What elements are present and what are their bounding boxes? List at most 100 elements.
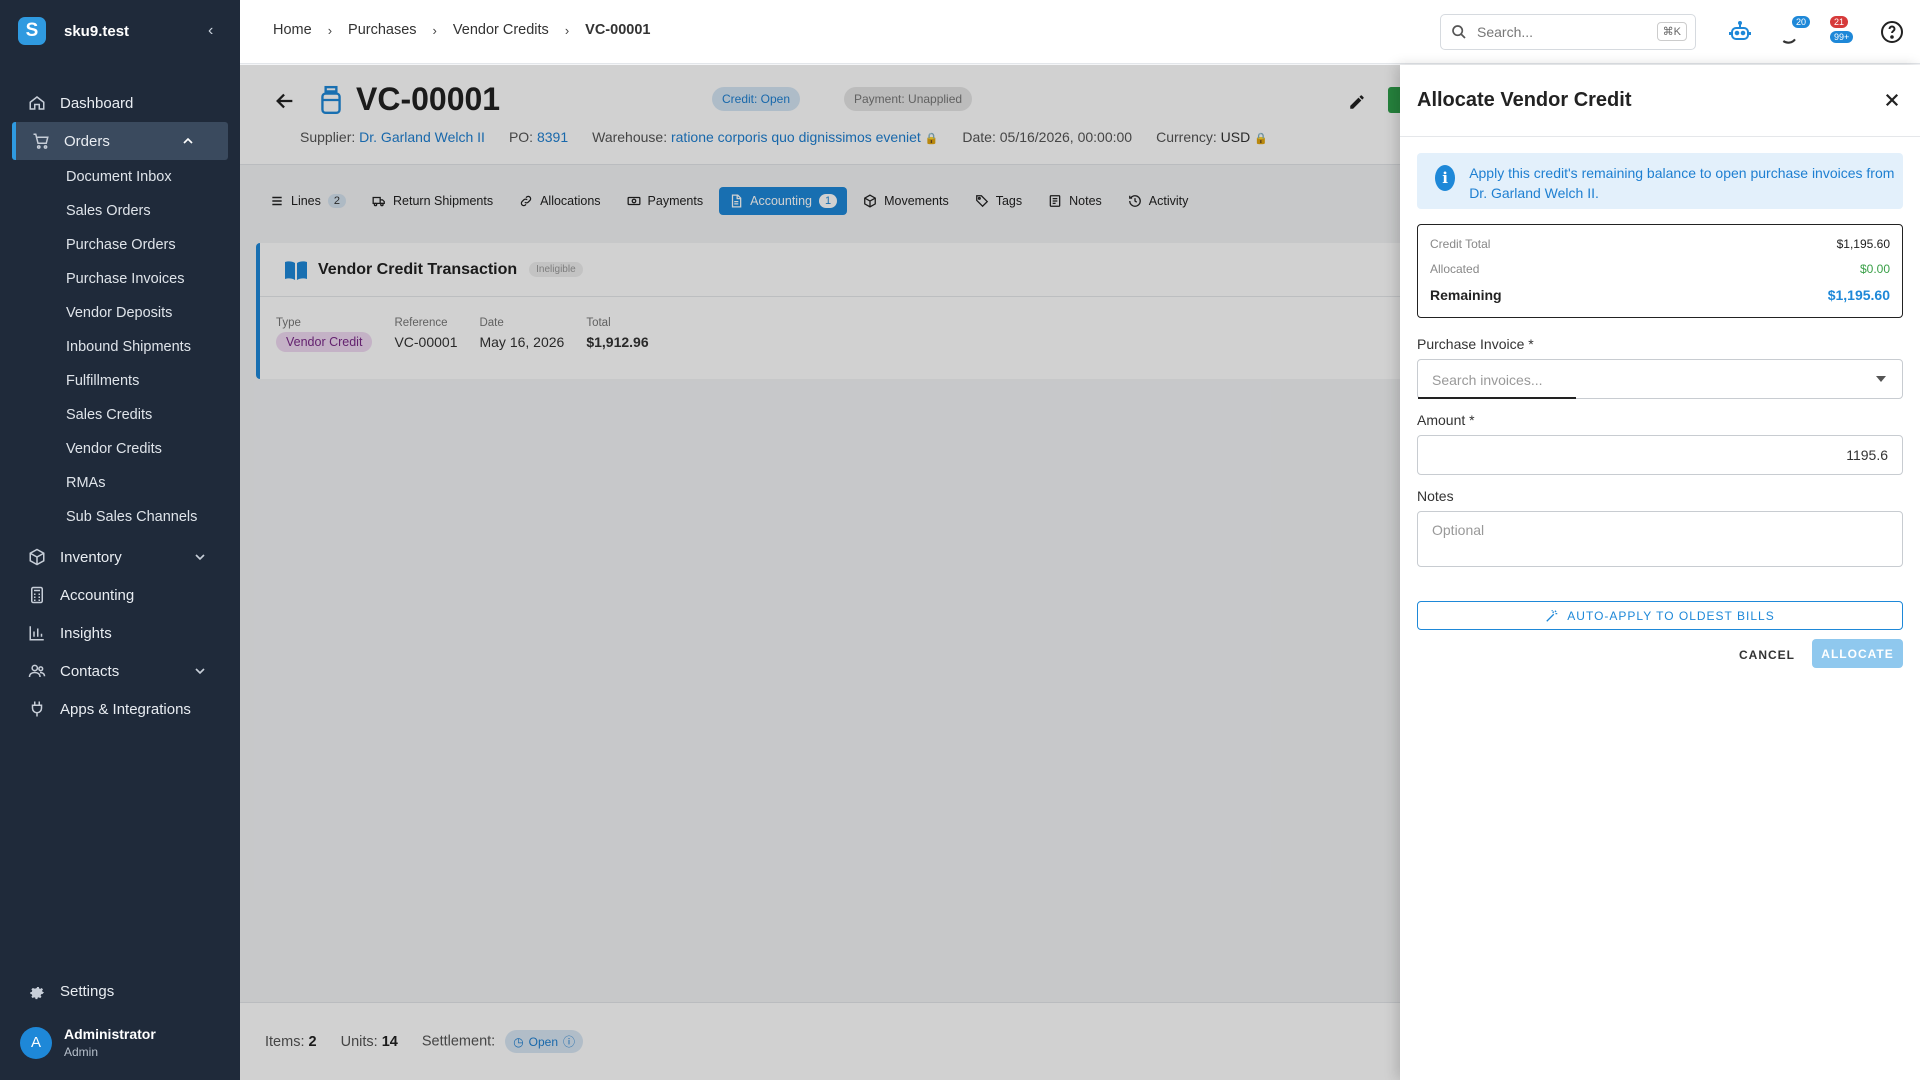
auto-apply-label: AUTO-APPLY TO OLDEST BILLS	[1567, 608, 1775, 623]
app-logo: S	[18, 17, 46, 45]
allocated-value: $0.00	[1859, 262, 1890, 276]
close-icon[interactable]	[1883, 91, 1901, 109]
sidebar-nav: Dashboard Orders Document Inbox Sales Or…	[0, 84, 240, 728]
search-shortcut: ⌘K	[1656, 22, 1687, 41]
breadcrumb-separator-icon: ›	[564, 22, 570, 38]
notes-label: Notes	[1417, 488, 1454, 504]
allocate-drawer: Allocate Vendor Credit i Apply this cred…	[1400, 65, 1920, 1080]
notes-textarea[interactable]: Optional	[1417, 511, 1903, 567]
search-placeholder: Search...	[1477, 24, 1534, 40]
sidebar-subitem-purchase-orders[interactable]: Purchase Orders	[0, 228, 240, 262]
chevron-down-icon	[195, 554, 205, 561]
people-icon	[28, 664, 46, 678]
sidebar-subitem-rmas[interactable]: RMAs	[0, 466, 240, 500]
sidebar-item-contacts[interactable]: Contacts	[0, 652, 240, 690]
sidebar-item-settings[interactable]: Settings	[0, 976, 240, 1006]
breadcrumb-purchases[interactable]: Purchases	[348, 22, 417, 38]
topbar: Home › Purchases › Vendor Credits › VC-0…	[240, 0, 1920, 64]
plug-icon	[31, 701, 43, 717]
sidebar-subitem-inbound-shipments[interactable]: Inbound Shipments	[0, 330, 240, 364]
sidebar-subitem-sub-sales-channels[interactable]: Sub Sales Channels	[0, 500, 240, 534]
focus-underline	[1418, 397, 1576, 399]
chevron-down-icon	[195, 668, 205, 675]
info-alert: i Apply this credit's remaining balance …	[1417, 153, 1903, 209]
allocated-row: Allocated $0.00	[1430, 262, 1890, 276]
sidebar-subitem-purchase-invoices[interactable]: Purchase Invoices	[0, 262, 240, 296]
info-supplier: Dr. Garland Welch II	[1469, 185, 1595, 201]
sidebar-subitem-sales-credits[interactable]: Sales Credits	[0, 398, 240, 432]
credit-total-value: $1,195.60	[1836, 237, 1890, 251]
sidebar-subitem-vendor-credits[interactable]: Vendor Credits	[0, 432, 240, 466]
chevron-up-icon	[183, 137, 193, 144]
cart-icon	[33, 133, 49, 149]
collapse-sidebar-icon[interactable]: ‹	[208, 22, 213, 40]
credit-total-row: Credit Total $1,195.60	[1430, 237, 1890, 251]
sidebar-item-insights[interactable]: Insights	[0, 614, 240, 652]
brand[interactable]: S sku9.test	[18, 17, 129, 45]
credit-total-label: Credit Total	[1430, 237, 1491, 251]
invoice-label: Purchase Invoice *	[1417, 336, 1534, 352]
amount-label: Amount *	[1417, 412, 1475, 428]
sidebar-item-label: Inventory	[60, 548, 122, 566]
search-icon	[1452, 25, 1466, 39]
sidebar-subitem-document-inbox[interactable]: Document Inbox	[0, 160, 240, 194]
notifications-button[interactable]: 21 99+	[1828, 14, 1858, 46]
sidebar-item-label: Contacts	[60, 662, 120, 680]
remaining-value: $1,195.60	[1827, 287, 1890, 303]
breadcrumb-current: VC-00001	[585, 22, 651, 38]
amount-input[interactable]: 1195.6	[1417, 435, 1903, 475]
notifications-badge-top: 21	[1830, 16, 1849, 28]
auto-apply-button[interactable]: AUTO-APPLY TO OLDEST BILLS	[1417, 601, 1903, 630]
tasks-badge: 20	[1792, 16, 1811, 28]
home-icon	[29, 96, 45, 110]
drawer-title: Allocate Vendor Credit	[1417, 89, 1632, 111]
sidebar-subitem-vendor-deposits[interactable]: Vendor Deposits	[0, 296, 240, 330]
sidebar-item-label: Accounting	[60, 586, 135, 604]
breadcrumb-vendor-credits[interactable]: Vendor Credits	[453, 22, 549, 38]
sidebar-subitem-fulfillments[interactable]: Fulfillments	[0, 364, 240, 398]
sidebar: S sku9.test ‹ Dashboard Orders Document …	[0, 0, 240, 1080]
avatar: A	[20, 1026, 52, 1059]
modal-backdrop[interactable]	[240, 65, 1400, 1080]
invoice-placeholder: Search invoices...	[1432, 372, 1543, 388]
sidebar-item-inventory[interactable]: Inventory	[0, 538, 240, 576]
gear-icon	[30, 986, 45, 1000]
sidebar-item-apps-integrations[interactable]: Apps & Integrations	[0, 690, 240, 728]
user-menu[interactable]: A Administrator Admin	[20, 1026, 156, 1059]
remaining-label: Remaining	[1430, 287, 1502, 303]
global-search-input[interactable]: Search... ⌘K	[1440, 14, 1696, 50]
tasks-button[interactable]: 20	[1780, 16, 1811, 46]
magic-wand-icon	[1546, 609, 1558, 622]
app-name: sku9.test	[64, 22, 130, 40]
breadcrumb-separator-icon: ›	[327, 22, 333, 38]
divider	[1400, 136, 1920, 137]
breadcrumb-separator-icon: ›	[432, 22, 437, 38]
info-prefix: Apply this credit's remaining balance to…	[1469, 165, 1895, 181]
sidebar-subitem-sales-orders[interactable]: Sales Orders	[0, 194, 240, 228]
allocate-button[interactable]: ALLOCATE	[1812, 639, 1903, 668]
breadcrumb-home[interactable]: Home	[273, 22, 312, 38]
remaining-row: Remaining $1,195.60	[1430, 287, 1890, 303]
user-role: Admin	[64, 1045, 99, 1059]
credit-summary: Credit Total $1,195.60 Allocated $0.00 Rem…	[1417, 224, 1903, 318]
cancel-button[interactable]: CANCEL	[1732, 648, 1802, 662]
info-icon: i	[1435, 165, 1456, 191]
box-icon	[29, 548, 45, 566]
calculator-icon	[31, 586, 43, 604]
sidebar-item-label: Orders	[64, 132, 110, 150]
robot-icon[interactable]	[1728, 20, 1752, 44]
info-text: Apply this credit's remaining balance to…	[1469, 163, 1903, 209]
help-icon[interactable]	[1880, 20, 1904, 44]
sidebar-item-accounting[interactable]: Accounting	[0, 576, 240, 614]
dropdown-arrow-icon	[1876, 376, 1886, 382]
spinner-icon	[1782, 38, 1796, 44]
sidebar-item-label: Apps & Integrations	[60, 700, 191, 718]
sidebar-item-label: Dashboard	[60, 94, 134, 112]
sidebar-item-dashboard[interactable]: Dashboard	[0, 84, 240, 122]
user-name: Administrator	[64, 1026, 156, 1042]
sidebar-item-orders[interactable]: Orders	[12, 122, 228, 160]
info-suffix: .	[1594, 185, 1599, 201]
allocated-label: Allocated	[1430, 262, 1480, 276]
bar-chart-icon	[29, 626, 44, 641]
invoice-select[interactable]: Search invoices...	[1417, 359, 1903, 399]
